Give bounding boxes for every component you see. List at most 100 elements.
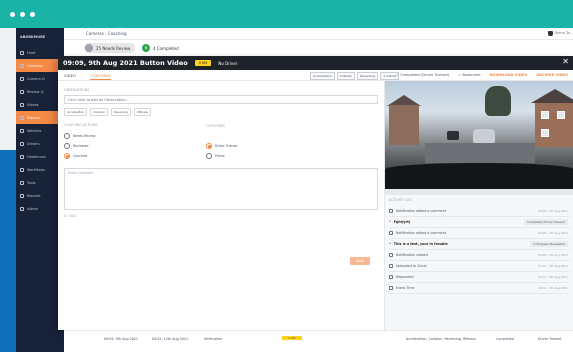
download-video-button[interactable]: DOWNLOAD VIDEO bbox=[490, 73, 528, 77]
sidebar-item[interactable]: Vehicles bbox=[16, 124, 64, 137]
activity-row: Notification added a comment 09:09 - 9th … bbox=[389, 228, 570, 239]
sidebar-nav: Fleet Cameras Camera H. Review Q. Videos Repo… bbox=[16, 46, 64, 215]
sidebar-item[interactable]: Workflows bbox=[16, 163, 64, 176]
user-name[interactable]: Demo Ta... bbox=[554, 31, 573, 35]
radio-coached[interactable]: Coached bbox=[64, 153, 87, 159]
radio-driver-trained[interactable]: Driver Trained bbox=[206, 143, 237, 149]
activity-time: 09:09 - 9th Aug 2021 bbox=[538, 253, 568, 257]
completed-pill[interactable]: N 4 Completed bbox=[142, 43, 179, 53]
needs-review-pill[interactable]: 25 Needs Review bbox=[84, 43, 136, 53]
window-dots bbox=[10, 12, 35, 17]
sidebar-item[interactable]: Review Q. bbox=[16, 85, 64, 98]
sidebar-item[interactable]: Drivers bbox=[16, 137, 64, 150]
video-player[interactable] bbox=[385, 81, 573, 189]
radio-label: Coached bbox=[73, 154, 87, 158]
sidebar-item-label: Workflows bbox=[27, 167, 45, 172]
bell-icon[interactable] bbox=[548, 31, 553, 36]
chip-acceleration[interactable]: Acceleration bbox=[64, 108, 88, 116]
activity-comment: Fghrjyrtj bbox=[393, 220, 410, 224]
activity-row: Notification added a comment 09:09 - 9th … bbox=[389, 206, 570, 217]
observation-chips: Acceleration Collision Reversing Witness bbox=[64, 108, 378, 116]
scene-window bbox=[557, 111, 565, 119]
activity-tag: In Progress (Reviewed) bbox=[530, 241, 568, 247]
completed-status[interactable]: ✓ Completed (Driver Trained) bbox=[396, 73, 449, 77]
nav-icon bbox=[20, 167, 24, 172]
video-modal: 09:09, 9th Aug 2021 Button Video 0 KM No… bbox=[58, 56, 573, 330]
arrow-icon bbox=[389, 275, 393, 279]
comment-icon bbox=[389, 209, 393, 213]
close-icon[interactable]: ✕ bbox=[562, 57, 569, 66]
scene-house bbox=[535, 103, 573, 147]
chip-collision[interactable]: Collision bbox=[90, 108, 109, 116]
calendar-icon bbox=[389, 286, 393, 290]
sidebar-item[interactable]: Admin bbox=[16, 202, 64, 215]
scene-car bbox=[447, 131, 459, 140]
activity-time: 09:10 - 9th Aug 2021 bbox=[538, 286, 568, 290]
tag-collision[interactable]: Collision bbox=[336, 72, 356, 80]
sidebar-item-label: Vehicles bbox=[27, 128, 42, 133]
sidebar-item-label: Review Q. bbox=[27, 89, 45, 94]
observations-label: OBSERVATIONS bbox=[64, 88, 90, 92]
save-button[interactable]: Save bbox=[350, 257, 370, 265]
brand-logo: ABORKMURE bbox=[20, 35, 46, 39]
sidebar-item[interactable]: Reports bbox=[16, 111, 64, 124]
sidebar-item[interactable]: Fleet bbox=[16, 46, 64, 59]
sidebar-item[interactable]: Cameras bbox=[16, 59, 64, 72]
tab-video[interactable]: VIDEO bbox=[64, 73, 76, 78]
chip-reversing[interactable]: Reversing bbox=[111, 108, 131, 116]
tag-reversing[interactable]: Reversing bbox=[357, 72, 379, 80]
window-dot bbox=[10, 12, 15, 17]
outcomes-label: OUTCOMES bbox=[206, 124, 225, 128]
sidebar-item[interactable]: Videos bbox=[16, 98, 64, 111]
events-table: 09:09, 9th Aug 2021 09:42, 12th Aug 2021… bbox=[64, 330, 573, 352]
scene-window bbox=[541, 129, 549, 137]
bookmark-label: Bookmark bbox=[462, 73, 481, 77]
sidebar-item[interactable]: Geofences bbox=[16, 150, 64, 163]
char-counter: 0 / 500 bbox=[64, 214, 76, 218]
chip-witness[interactable]: Witness bbox=[133, 108, 151, 116]
sidebar-item-label: Tools bbox=[27, 180, 36, 185]
activity-log-label: ACTIVITY LOG bbox=[389, 198, 412, 202]
nav-icon bbox=[20, 193, 24, 198]
activity-time: 09:09 - 9th Aug 2021 bbox=[538, 231, 568, 235]
sidebar: ABORKMURE Fleet Cameras Camera H. Review Q.… bbox=[16, 28, 64, 352]
nav-icon bbox=[20, 206, 24, 211]
cell-time: 09:09, 9th Aug 2021 bbox=[104, 337, 139, 341]
sidebar-item-label: Drivers bbox=[27, 141, 40, 146]
observation-input[interactable]: Click here to add an Observation... bbox=[64, 95, 378, 104]
activity-time: 09:10 - 9th Aug 2021 bbox=[538, 275, 568, 279]
nav-icon bbox=[20, 50, 24, 55]
cell-type: Verification bbox=[204, 337, 223, 341]
sidebar-item-label: Cameras bbox=[27, 63, 43, 68]
bookmark-button[interactable]: ☆ Bookmark bbox=[458, 73, 481, 77]
comment-icon bbox=[389, 231, 393, 235]
modal-tabs: VIDEO COACHING Acceleration Collision Re… bbox=[58, 70, 573, 81]
status-strip: 25 Needs Review N 4 Completed bbox=[64, 40, 573, 56]
radio-needs-review[interactable]: Needs Review bbox=[64, 133, 95, 139]
radio-circle bbox=[64, 143, 70, 149]
scene-road bbox=[425, 143, 535, 163]
activity-text: Event Time bbox=[396, 286, 415, 290]
sidebar-item[interactable]: Camera H. bbox=[16, 72, 64, 85]
cell-status: Completed bbox=[496, 337, 514, 341]
activity-row: ❝ This is a test, your in trouble In Progr… bbox=[389, 239, 570, 250]
tag-acceleration[interactable]: Acceleration bbox=[310, 72, 335, 80]
table-row[interactable]: 09:09, 9th Aug 2021 09:42, 12th Aug 2021… bbox=[64, 333, 573, 344]
sidebar-item-label: Fleet bbox=[27, 50, 36, 55]
sidebar-item-label: Reports bbox=[27, 193, 41, 198]
tab-coaching[interactable]: COACHING bbox=[90, 73, 111, 80]
comment-textarea[interactable]: Enter comment bbox=[64, 168, 378, 210]
driver-label: No Driver bbox=[218, 60, 238, 66]
sidebar-item-label: Camera H. bbox=[27, 76, 46, 81]
archive-video-button[interactable]: ARCHIVE VIDEO bbox=[536, 73, 568, 77]
promo-banner bbox=[0, 0, 573, 28]
breadcrumb[interactable]: Cameras › Coaching bbox=[86, 31, 127, 36]
radio-reviewed[interactable]: Reviewed bbox=[64, 143, 88, 149]
sidebar-item[interactable]: Tools bbox=[16, 176, 64, 189]
screen: ABORKMURE Fleet Cameras Camera H. Review Q.… bbox=[0, 0, 573, 352]
window-dot bbox=[20, 12, 25, 17]
video-timeline[interactable] bbox=[385, 189, 573, 195]
sidebar-item[interactable]: Reports bbox=[16, 189, 64, 202]
activity-comment: This is a test, your in trouble bbox=[393, 242, 448, 246]
radio-praise[interactable]: Praise bbox=[206, 153, 225, 159]
